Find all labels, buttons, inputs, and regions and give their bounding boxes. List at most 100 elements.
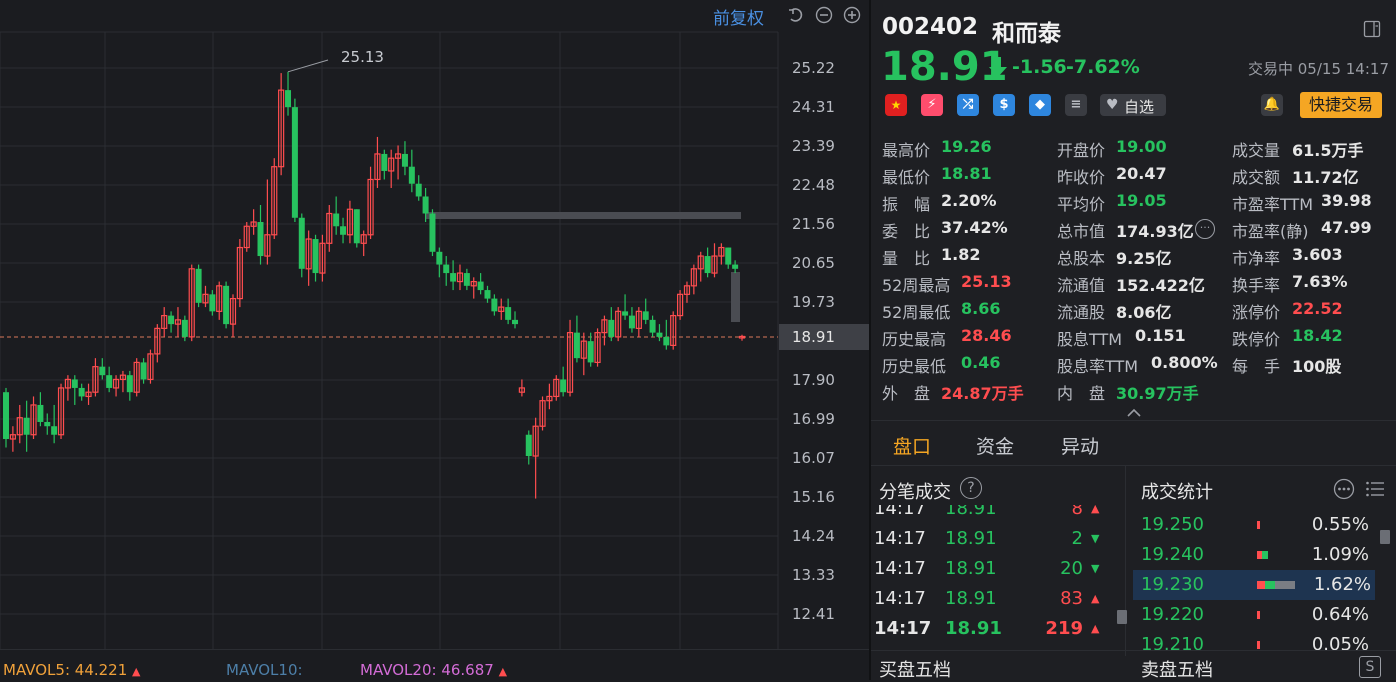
kline-chart-area[interactable]: 25.22 24.31 23.39 22.48 21.56 20.65 19.73 18.91… — [0, 0, 869, 680]
y-tick-label: 15.16 — [792, 488, 835, 506]
bottom-divider — [871, 650, 1396, 651]
stat-bar — [1257, 581, 1295, 589]
max-price-label: 25.13 — [341, 48, 384, 66]
quote-label: 振 幅 — [882, 195, 931, 214]
candle-body-down — [450, 273, 457, 282]
quote-label: 市净率 — [1232, 249, 1281, 268]
tab-pankou[interactable]: 盘口 — [893, 432, 931, 459]
stats-scrollbar-thumb[interactable] — [1380, 530, 1390, 544]
candle-body-down — [71, 379, 78, 388]
zoom-out-icon[interactable] — [815, 6, 833, 28]
stat-pct: 0.05% — [1311, 634, 1369, 650]
bell-icon[interactable]: 🔔 — [1261, 94, 1283, 116]
candle-body-down — [642, 311, 649, 320]
more-options-icon[interactable] — [1333, 478, 1355, 504]
quote-label: 昨收价 — [1057, 168, 1106, 187]
stat-row: 19.230 1.62% — [1133, 570, 1375, 600]
quote-value: 28.46 — [961, 326, 1012, 345]
y-tick-label: 21.56 — [792, 215, 835, 233]
candle-body-down — [704, 256, 711, 274]
trading-status: 交易中 05/15 14:17 — [1248, 60, 1389, 78]
quote-value: 8.66 — [961, 299, 1001, 318]
candle-body-down — [353, 209, 360, 244]
stat-row: 19.210 0.05% — [1133, 630, 1373, 650]
y-tick-label: 14.24 — [792, 527, 835, 545]
candle-body-down — [37, 404, 44, 422]
stat-price: 19.250 — [1141, 514, 1204, 535]
quote-label: 历史最低 — [882, 357, 947, 376]
quote-label: 总市值 — [1057, 222, 1106, 241]
tab-yidong[interactable]: 异动 — [1061, 432, 1099, 459]
down-arrow-icon — [988, 56, 1008, 82]
quote-label: 最高价 — [882, 141, 931, 160]
candle-body-down — [725, 247, 732, 265]
y-tick-label: 17.90 — [792, 371, 835, 389]
candle-body-down — [560, 379, 567, 393]
candle-body-down — [525, 434, 532, 457]
y-tick-label: 12.41 — [792, 605, 835, 623]
layout-toggle-icon[interactable] — [1363, 20, 1381, 42]
candle-body-down — [126, 375, 133, 393]
quote-label: 委 比 — [882, 222, 931, 241]
quote-label: 成交额 — [1232, 168, 1281, 187]
stat-row: 19.220 0.64% — [1133, 600, 1373, 630]
stats-list[interactable]: 19.250 0.55% 19.240 1.09% 19.230 1.62% 19.220 0… — [871, 508, 1396, 650]
kline-chart[interactable]: 25.22 24.31 23.39 22.48 21.56 20.65 19.73 18.91… — [0, 0, 869, 680]
quote-label: 总股本 — [1057, 249, 1106, 268]
margin-icon[interactable]: ⚡ — [921, 94, 943, 116]
shuffle-icon[interactable]: ⤮ — [957, 94, 979, 116]
candle-body-down — [429, 213, 436, 252]
quote-value: 61.5万手 — [1292, 141, 1364, 160]
candle-body-down — [663, 336, 670, 346]
y-tick-label: 22.48 — [792, 176, 835, 194]
quote-value: 7.63% — [1292, 272, 1348, 291]
ticks-scrollbar-thumb[interactable] — [1117, 610, 1127, 624]
quick-trade-button[interactable]: 快捷交易 — [1300, 92, 1382, 118]
price-gap-marker — [731, 272, 740, 322]
reset-icon[interactable] — [787, 6, 805, 28]
ticks-title: 分笔成交 — [879, 482, 951, 503]
y-tick-label: 20.65 — [792, 254, 835, 272]
candle-body-down — [422, 196, 429, 214]
quote-value: 0.151 — [1135, 326, 1186, 345]
market-cap-more-icon[interactable]: ··· — [1195, 219, 1215, 239]
quote-value: 19.05 — [1116, 191, 1167, 210]
candle-body-down — [608, 319, 615, 337]
watchlist-button[interactable]: ♥ 自选 — [1100, 94, 1166, 116]
tab-zijin[interactable]: 资金 — [976, 432, 1014, 459]
list-menu-icon[interactable] — [1365, 479, 1385, 503]
quote-label: 最低价 — [882, 168, 931, 187]
quote-value: 25.13 — [961, 272, 1012, 291]
notes-icon[interactable]: ≡ — [1065, 94, 1087, 116]
stat-price: 19.240 — [1141, 544, 1204, 565]
candle-body-down — [181, 319, 188, 337]
candle-body-down — [106, 375, 113, 388]
quote-value: 152.422亿 — [1116, 276, 1205, 295]
help-icon[interactable]: ? — [960, 477, 982, 499]
quote-value: 18.81 — [941, 164, 992, 183]
buy5-title: 买盘五档 — [879, 660, 951, 681]
candle-body-down — [505, 307, 512, 320]
fuquan-button[interactable]: 前复权 — [713, 4, 764, 29]
candle-body-down — [312, 239, 319, 274]
candle-body-down — [401, 153, 408, 167]
quote-label: 量 比 — [882, 249, 931, 268]
quote-value: 30.97万手 — [1116, 384, 1199, 403]
stat-pct: 0.64% — [1311, 604, 1369, 625]
tag-icon[interactable]: ◆ — [1029, 94, 1051, 116]
candle-body-down — [168, 315, 175, 325]
candle-body-down — [99, 366, 106, 376]
dollar-icon[interactable]: $ — [993, 94, 1015, 116]
y-tick-label: 16.99 — [792, 410, 835, 428]
y-tick-label: 24.31 — [792, 98, 835, 116]
zoom-in-icon[interactable] — [843, 6, 861, 28]
candle-body-down — [436, 251, 443, 265]
quote-value: 18.42 — [1292, 326, 1343, 345]
s-icon[interactable]: S — [1359, 656, 1381, 678]
stat-bar — [1257, 551, 1279, 559]
stat-pct: 1.09% — [1311, 544, 1369, 565]
candle-body-down — [573, 332, 580, 359]
y-tick-label: 23.39 — [792, 137, 835, 155]
china-flag-icon[interactable]: ★ — [885, 94, 907, 116]
quote-value: 8.06亿 — [1116, 303, 1172, 322]
